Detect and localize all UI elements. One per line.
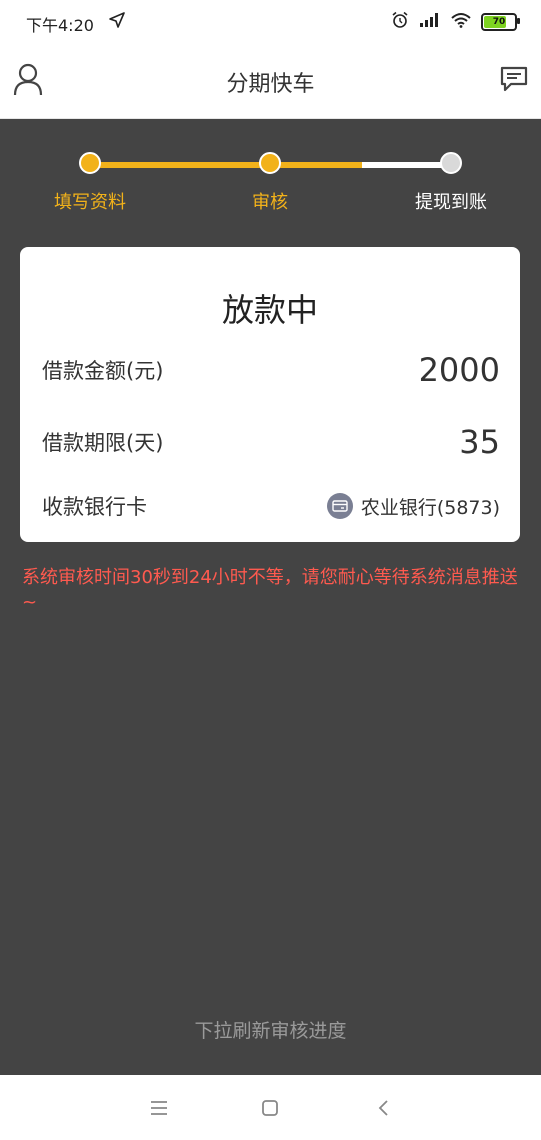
page-title: 分期快车 <box>226 72 315 97</box>
signal-icon <box>419 12 441 32</box>
bank-card-value: 农业银行(5873) <box>360 496 500 519</box>
message-icon[interactable] <box>499 64 529 94</box>
loan-term-row: 借款期限(天) 35 <box>42 423 500 461</box>
loan-term-label: 借款期限(天) <box>42 431 164 455</box>
pull-to-refresh-hint: 下拉刷新审核进度 <box>194 1020 347 1042</box>
step-dot-3 <box>440 152 462 174</box>
progress-track-pending <box>362 162 452 168</box>
wifi-icon <box>451 12 471 32</box>
loan-term-value: 35 <box>459 423 500 461</box>
location-arrow-icon <box>108 11 126 33</box>
step-dot-2 <box>259 152 281 174</box>
loan-amount-value: 2000 <box>418 351 500 389</box>
menu-icon[interactable] <box>146 1095 172 1121</box>
bank-card-label: 收款银行卡 <box>42 495 147 519</box>
loan-status-card: 放款中 借款金额(元) 2000 借款期限(天) 35 收款银行卡 农业银行(5… <box>20 247 520 542</box>
progress-track-done <box>90 162 362 168</box>
progress-steps: 填写资料 审核 提现到账 <box>0 140 541 220</box>
back-icon[interactable] <box>371 1095 397 1121</box>
status-time: 下午4:20 <box>26 16 94 35</box>
bank-card-value-group: 农业银行(5873) <box>326 493 500 520</box>
battery-level: 70 <box>492 17 506 27</box>
system-navigation-bar <box>0 1075 541 1140</box>
bank-card-icon <box>326 493 353 519</box>
review-notice: 系统审核时间30秒到24小时不等，请您耐心等待系统消息推送~ <box>22 567 518 613</box>
top-navigation-bar: 分期快车 <box>0 44 541 119</box>
step-label-review: 审核 <box>252 192 288 213</box>
loan-amount-label: 借款金额(元) <box>42 359 164 383</box>
home-icon[interactable] <box>257 1095 283 1121</box>
bank-card-row: 收款银行卡 农业银行(5873) <box>42 491 500 521</box>
step-label-withdraw: 提现到账 <box>415 192 487 213</box>
loan-amount-row: 借款金额(元) 2000 <box>42 351 500 389</box>
alarm-icon <box>391 11 409 33</box>
step-dot-1 <box>79 152 101 174</box>
battery-icon: 70 <box>481 13 520 31</box>
loan-status-title: 放款中 <box>221 291 318 329</box>
status-bar: 下午4:20 70 <box>0 0 541 44</box>
step-label-fill-info: 填写资料 <box>54 192 126 213</box>
